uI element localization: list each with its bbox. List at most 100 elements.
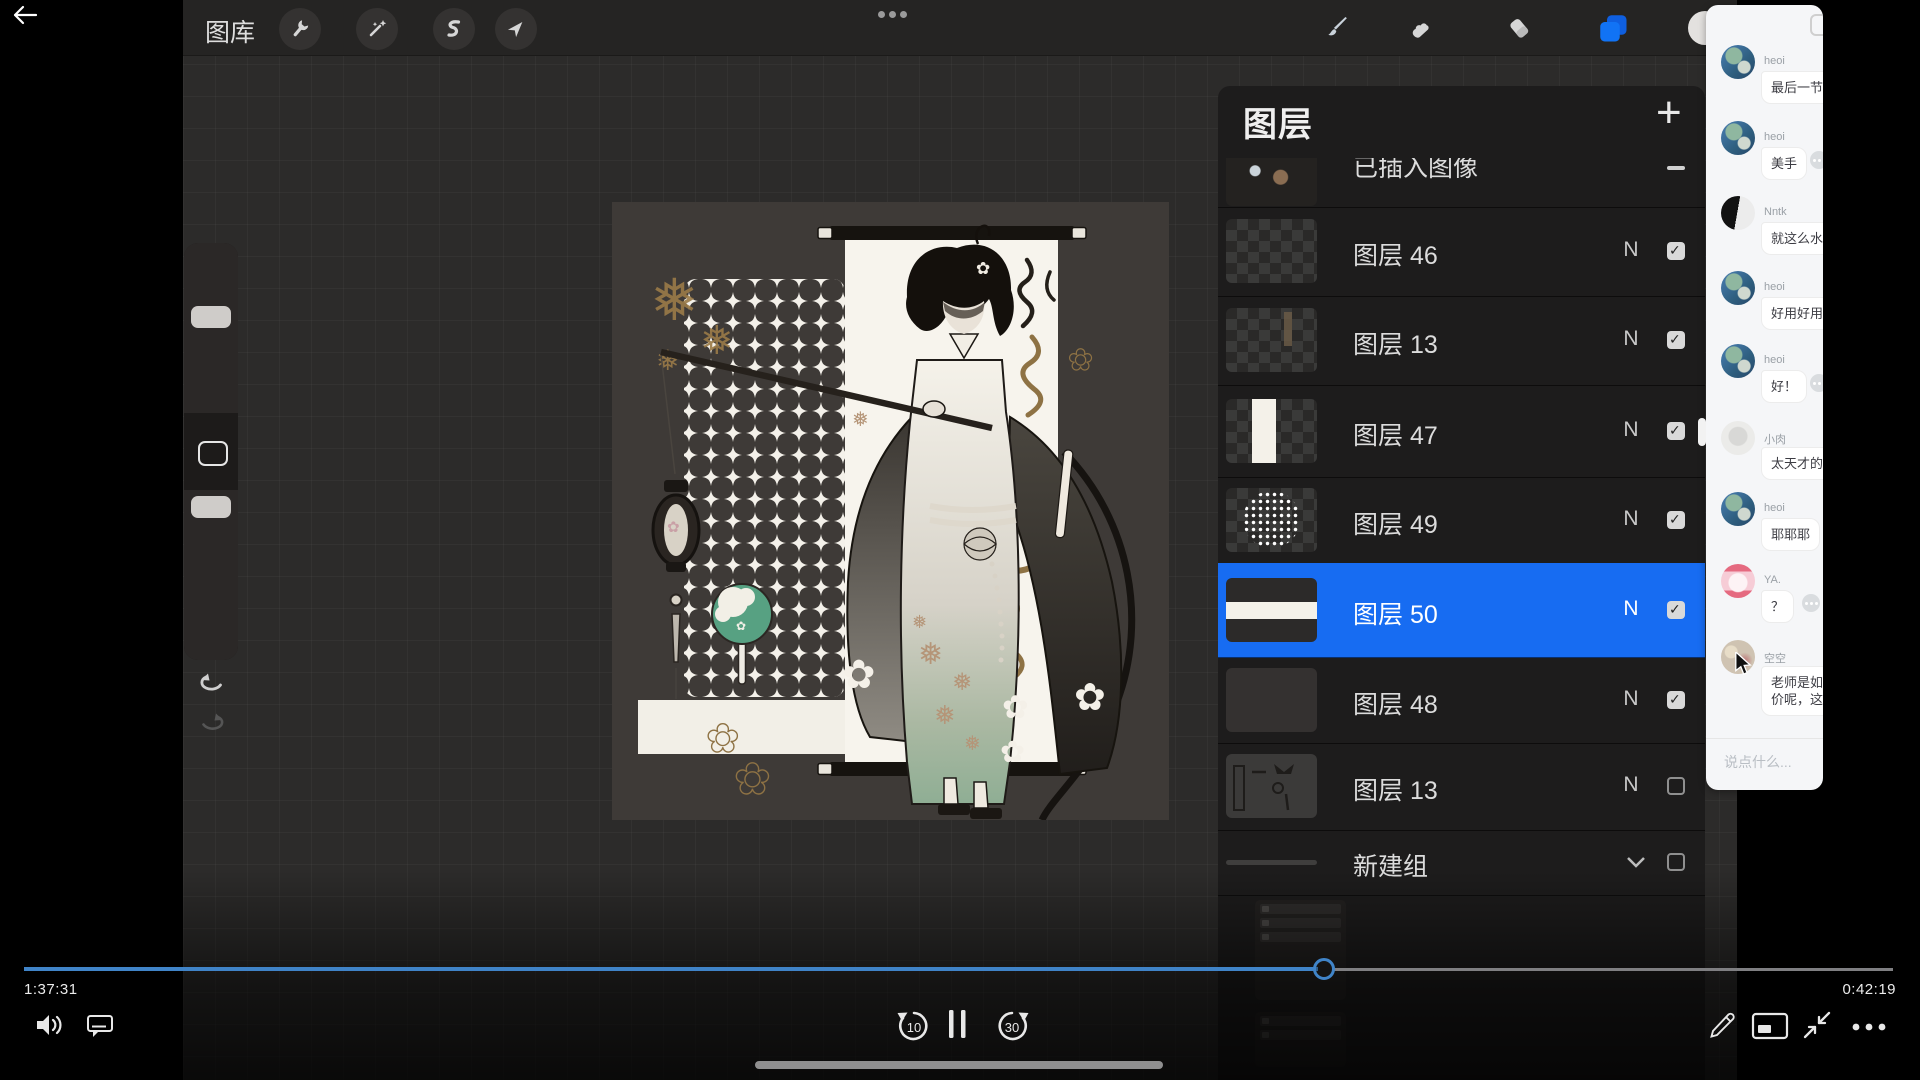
layers-tool-button[interactable]: [1595, 10, 1631, 51]
layer-visibility-checkbox[interactable]: [1667, 511, 1685, 529]
blend-mode-badge[interactable]: N: [1616, 327, 1646, 351]
timeline-remaining[interactable]: [1332, 968, 1893, 971]
layer-visibility-checkbox[interactable]: [1667, 331, 1685, 349]
pencil-icon: [1706, 1008, 1738, 1040]
video-frame[interactable]: 图库: [183, 0, 1737, 1080]
avatar[interactable]: [1721, 196, 1755, 230]
svg-text:❅: ❅: [964, 733, 981, 755]
group-child-thumbnail[interactable]: [1255, 1012, 1346, 1067]
layer-row-46[interactable]: 图层 46 N: [1218, 207, 1705, 297]
group-thumbnail: [1226, 860, 1317, 865]
wrench-icon: [288, 17, 312, 41]
layer-row-13a[interactable]: 图层 13 N: [1218, 296, 1705, 386]
layer-visibility-checkbox[interactable]: [1667, 777, 1685, 795]
rewind-10-button[interactable]: 10: [894, 1004, 934, 1049]
timeline-progress[interactable]: [24, 967, 1318, 971]
volume-button[interactable]: [34, 1010, 66, 1045]
chat-username: heoi: [1764, 354, 1785, 366]
chat-bubble: 就这么水: [1761, 222, 1823, 255]
clipped-checkbox: [1667, 166, 1685, 170]
layer-row-50-selected[interactable]: 图层 50 N: [1218, 563, 1705, 658]
layer-visibility-checkbox[interactable]: [1667, 691, 1685, 709]
redo-button[interactable]: [198, 712, 228, 741]
layers-panel-title: 图层: [1243, 97, 1313, 146]
avatar[interactable]: [1721, 45, 1755, 79]
layer-thumbnail: [1226, 399, 1317, 463]
undo-icon: [196, 672, 226, 698]
panel-scrollbar[interactable]: [1698, 418, 1706, 446]
layer-row-47[interactable]: 图层 47 N: [1218, 385, 1705, 478]
chat-username: 空空: [1764, 650, 1786, 666]
chevron-down-icon[interactable]: [1626, 856, 1646, 869]
transform-arrow-icon: [504, 17, 528, 41]
actions-wrench-button[interactable]: [279, 8, 321, 50]
group-child-thumbnail[interactable]: [1255, 900, 1346, 1000]
canvas-artwork[interactable]: ✿ ❅ ❅ ❅ ✿: [612, 202, 1169, 820]
layer-visibility-checkbox[interactable]: [1667, 242, 1685, 260]
pause-icon: [947, 1008, 969, 1040]
selection-button[interactable]: [433, 8, 475, 50]
layer-row-inserted-image[interactable]: 已插入图像: [1218, 158, 1705, 208]
avatar[interactable]: [1721, 121, 1755, 155]
more-dots-icon: [1850, 1021, 1888, 1033]
pip-button[interactable]: [1751, 1012, 1789, 1045]
layer-row-13b[interactable]: 图层 13 N: [1218, 743, 1705, 831]
group-row-new-group[interactable]: 新建组: [1218, 830, 1705, 896]
layer-row-48[interactable]: 图层 48 N: [1218, 657, 1705, 744]
adjustments-button[interactable]: [356, 8, 398, 50]
layer-row-49[interactable]: 图层 49 N: [1218, 477, 1705, 564]
brush-icon: [1323, 14, 1351, 42]
message-more-button[interactable]: [1810, 151, 1823, 169]
layer-visibility-checkbox[interactable]: [1667, 601, 1685, 619]
size-slider-handle[interactable]: [191, 306, 231, 328]
brush-tool-button[interactable]: [1323, 14, 1351, 47]
forward-30-button[interactable]: 30: [992, 1004, 1032, 1049]
add-layer-button[interactable]: +: [1656, 88, 1682, 138]
brush-size-slider[interactable]: [184, 243, 238, 413]
blend-mode-badge[interactable]: N: [1616, 507, 1646, 531]
message-more-button[interactable]: [1810, 374, 1823, 392]
layer-label: 图层 47: [1353, 416, 1438, 452]
chat-bubble: 美手: [1761, 147, 1807, 180]
blend-mode-badge[interactable]: N: [1616, 773, 1646, 797]
layer-visibility-checkbox[interactable]: [1667, 422, 1685, 440]
topbar-more-dots[interactable]: [878, 11, 907, 18]
avatar[interactable]: [1721, 421, 1755, 455]
timeline-handle[interactable]: [1313, 958, 1335, 980]
layer-thumbnail: [1226, 308, 1317, 372]
notes-pencil-button[interactable]: [1706, 1008, 1738, 1045]
chat-bubble: 好用好用: [1761, 297, 1823, 330]
blend-mode-badge[interactable]: N: [1616, 597, 1646, 621]
remaining-time: 0:42:19: [1842, 981, 1896, 998]
transform-button[interactable]: [495, 8, 537, 50]
exit-fullscreen-button[interactable]: [1800, 1008, 1834, 1047]
eraser-tool-button[interactable]: [1505, 14, 1533, 47]
undo-button[interactable]: [196, 672, 226, 703]
avatar[interactable]: [1721, 271, 1755, 305]
back-button[interactable]: [12, 4, 38, 26]
danmaku-toggle-button[interactable]: [86, 1013, 114, 1044]
home-indicator-bar[interactable]: [755, 1061, 1163, 1069]
chat-header-icon[interactable]: [1810, 14, 1823, 36]
pause-button[interactable]: [947, 1008, 969, 1045]
layer-label: 已插入图像: [1353, 158, 1478, 184]
smudge-tool-button[interactable]: [1405, 14, 1433, 47]
avatar[interactable]: [1721, 564, 1755, 598]
eraser-icon: [1505, 14, 1533, 42]
chat-input[interactable]: [1722, 753, 1821, 771]
blend-mode-badge[interactable]: N: [1616, 238, 1646, 262]
more-options-button[interactable]: [1850, 1020, 1888, 1038]
blend-mode-badge[interactable]: N: [1616, 418, 1646, 442]
svg-text:❅: ❅: [952, 669, 972, 696]
message-more-button[interactable]: [1802, 594, 1820, 612]
layer-label: 图层 49: [1353, 505, 1438, 541]
avatar[interactable]: [1721, 492, 1755, 526]
mouse-cursor: [1734, 652, 1752, 676]
modify-button[interactable]: [198, 441, 228, 466]
blend-mode-badge[interactable]: N: [1616, 687, 1646, 711]
gallery-button[interactable]: 图库: [205, 13, 255, 49]
opacity-slider-handle[interactable]: [191, 496, 231, 518]
avatar[interactable]: [1721, 344, 1755, 378]
group-visibility-checkbox[interactable]: [1667, 853, 1685, 871]
redo-icon: [198, 712, 228, 736]
